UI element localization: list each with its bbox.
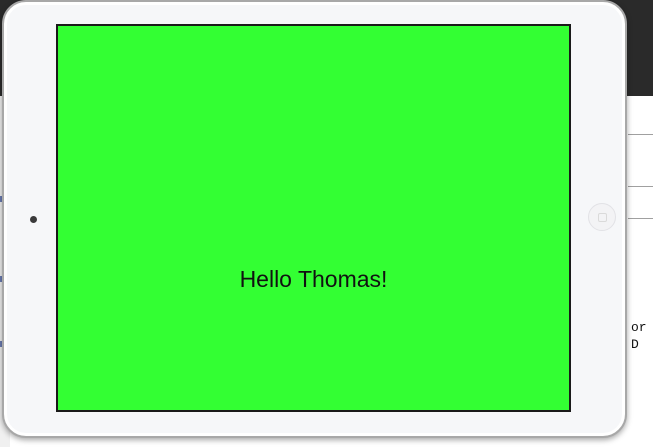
background-right-panel xyxy=(628,96,653,447)
code-text-line: or xyxy=(631,320,647,335)
home-button-glyph xyxy=(598,213,607,222)
panel-divider xyxy=(628,218,653,219)
greeting-label: Hello Thomas! xyxy=(239,266,388,292)
front-camera-icon xyxy=(30,216,37,223)
panel-divider xyxy=(628,134,653,135)
home-button-icon[interactable] xyxy=(588,203,616,231)
panel-divider xyxy=(628,186,653,187)
simulator-screen[interactable]: Hello Thomas! xyxy=(56,24,571,412)
code-text-line: D xyxy=(631,337,639,352)
